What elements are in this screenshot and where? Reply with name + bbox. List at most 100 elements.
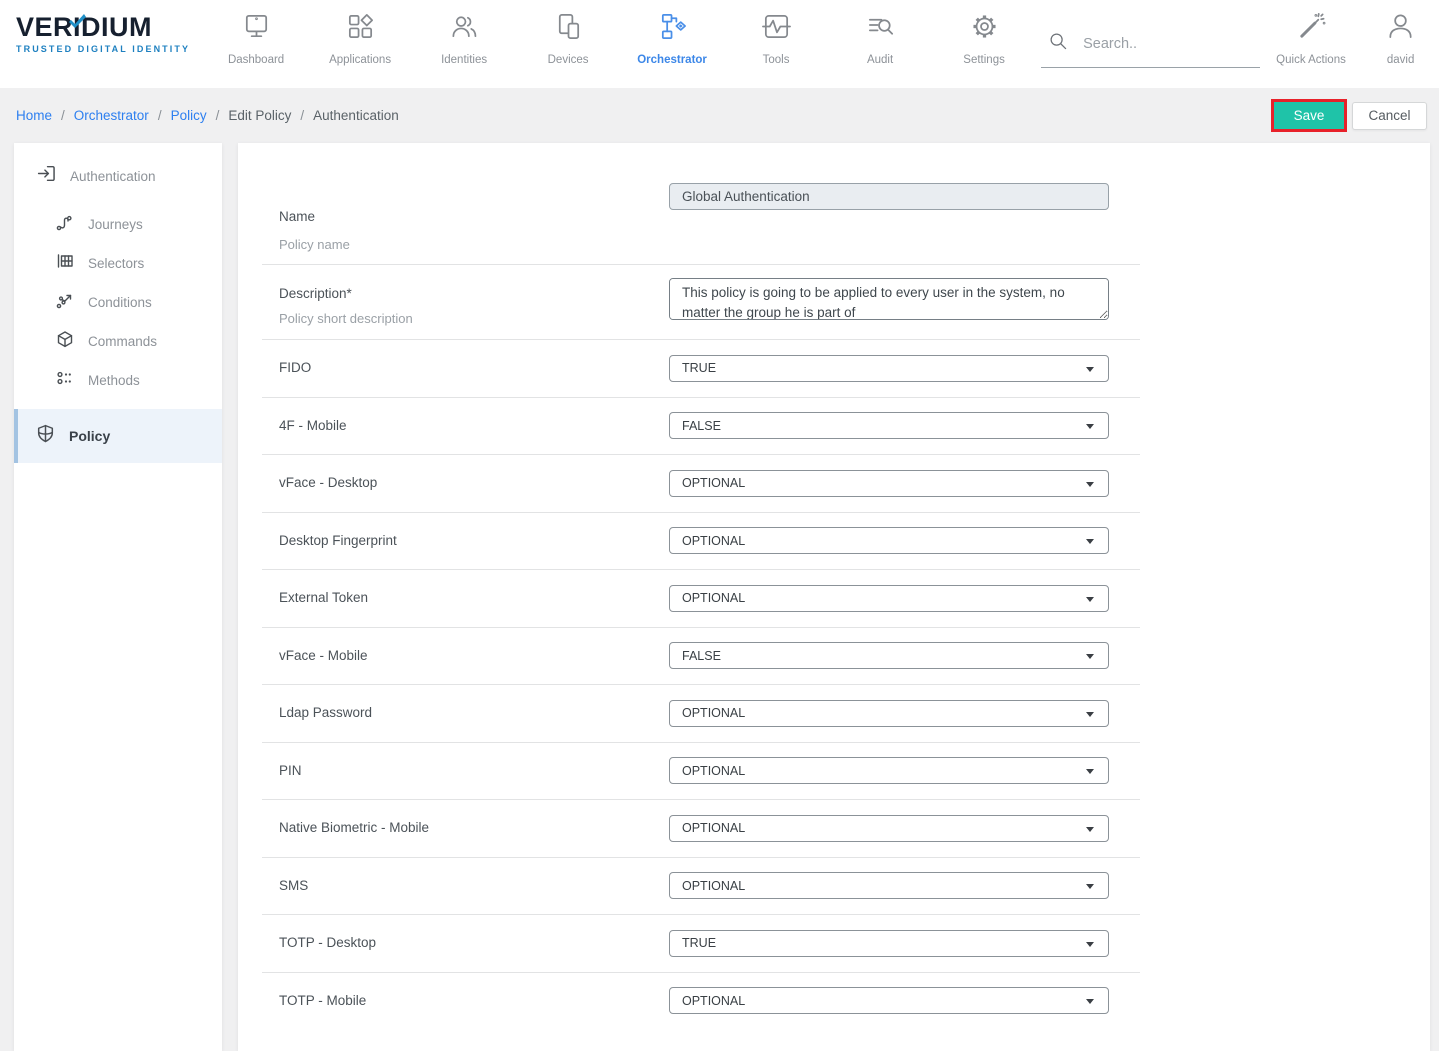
nav-item-identities[interactable]: Identities xyxy=(412,0,516,66)
breadcrumb-separator: / xyxy=(216,108,220,123)
nav-item-dashboard[interactable]: Dashboard xyxy=(204,0,308,66)
nav-item-settings[interactable]: Settings xyxy=(932,0,1036,66)
totp-mobile-label: TOTP - Mobile xyxy=(279,993,366,1008)
search-input[interactable] xyxy=(1083,36,1243,52)
nav-item-orchestrator[interactable]: Orchestrator xyxy=(620,0,724,66)
quick-actions-button[interactable]: Quick Actions xyxy=(1260,0,1362,66)
chevron-down-icon xyxy=(1086,827,1094,832)
save-highlight-annotation: Save xyxy=(1271,99,1347,132)
magic-wand-icon xyxy=(1296,11,1327,47)
cancel-button[interactable]: Cancel xyxy=(1352,102,1427,130)
sidebar-item-conditions[interactable]: Conditions xyxy=(14,283,222,322)
4f-mobile-label: 4F - Mobile xyxy=(279,418,347,433)
chevron-down-icon xyxy=(1086,712,1094,717)
applications-icon xyxy=(345,11,376,47)
form-row-native-biometric-mobile: Native Biometric - Mobile OPTIONAL xyxy=(279,800,1430,857)
chevron-down-icon xyxy=(1086,482,1094,487)
vface-desktop-select[interactable]: OPTIONAL xyxy=(669,470,1109,497)
sidebar-item-methods[interactable]: Methods xyxy=(14,361,222,400)
pin-label: PIN xyxy=(279,763,302,778)
totp-desktop-select[interactable]: TRUE xyxy=(669,930,1109,957)
search-icon[interactable] xyxy=(1047,30,1069,57)
chevron-down-icon xyxy=(1086,999,1094,1004)
chevron-down-icon xyxy=(1086,884,1094,889)
dashboard-icon xyxy=(241,11,272,47)
identities-icon xyxy=(449,11,480,47)
form-row-vface-desktop: vFace - Desktop OPTIONAL xyxy=(279,455,1430,512)
external-token-select[interactable]: OPTIONAL xyxy=(669,585,1109,612)
breadcrumb-home[interactable]: Home xyxy=(16,108,52,123)
form-row-external-token: External Token OPTIONAL xyxy=(279,570,1430,627)
sidebar-item-journeys[interactable]: Journeys xyxy=(14,205,222,244)
ldap-password-select[interactable]: OPTIONAL xyxy=(669,700,1109,727)
desktop-fingerprint-select[interactable]: OPTIONAL xyxy=(669,527,1109,554)
policy-form-panel: Name Policy name Description* This polic… xyxy=(238,143,1430,1051)
totp-desktop-label: TOTP - Desktop xyxy=(279,935,376,950)
main-nav: Dashboard Applications Identities Device… xyxy=(204,0,1036,66)
chevron-down-icon xyxy=(1086,769,1094,774)
breadcrumb-edit-policy: Edit Policy xyxy=(228,108,291,123)
main-area: Authentication Journeys Selectors Condit… xyxy=(0,143,1439,1051)
shield-icon xyxy=(35,423,56,449)
veridium-logo[interactable]: VERIDIUM TRUSTED DIGITAL IDENTITY xyxy=(16,14,190,54)
breadcrumb-separator: / xyxy=(61,108,65,123)
form-row-4f-mobile: 4F - Mobile FALSE xyxy=(279,398,1430,455)
branch-icon xyxy=(55,290,75,315)
vface-mobile-label: vFace - Mobile xyxy=(279,648,368,663)
form-row-ldap-password: Ldap Password OPTIONAL xyxy=(279,685,1430,742)
dots-grid-icon xyxy=(55,368,75,393)
breadcrumb-bar: Home / Orchestrator / Policy / Edit Poli… xyxy=(0,88,1439,143)
user-avatar-icon xyxy=(1385,11,1416,47)
name-field-group: Name Policy name xyxy=(279,163,1430,264)
settings-icon xyxy=(969,11,1000,47)
native-biometric-mobile-select[interactable]: OPTIONAL xyxy=(669,815,1109,842)
sms-label: SMS xyxy=(279,878,308,893)
nav-item-devices[interactable]: Devices xyxy=(516,0,620,66)
breadcrumb: Home / Orchestrator / Policy / Edit Poli… xyxy=(16,108,399,123)
form-row-sms: SMS OPTIONAL xyxy=(279,858,1430,915)
external-token-label: External Token xyxy=(279,590,368,605)
nav-item-tools[interactable]: Tools xyxy=(724,0,828,66)
native-biometric-mobile-label: Native Biometric - Mobile xyxy=(279,820,429,835)
description-label: Description* xyxy=(279,286,669,301)
orchestrator-icon xyxy=(657,11,688,47)
breadcrumb-separator: / xyxy=(300,108,304,123)
chevron-down-icon xyxy=(1086,654,1094,659)
form-row-vface-mobile: vFace - Mobile FALSE xyxy=(279,628,1430,685)
fido-select[interactable]: TRUE xyxy=(669,355,1109,382)
chevron-down-icon xyxy=(1086,539,1094,544)
user-menu[interactable]: david xyxy=(1362,0,1439,66)
name-sublabel: Policy name xyxy=(279,237,669,252)
sidebar-item-authentication[interactable]: Authentication xyxy=(14,143,222,205)
sidebar-item-commands[interactable]: Commands xyxy=(14,322,222,361)
breadcrumb-policy[interactable]: Policy xyxy=(171,108,207,123)
form-row-fido: FIDO TRUE xyxy=(279,340,1430,397)
breadcrumb-orchestrator[interactable]: Orchestrator xyxy=(74,108,149,123)
fido-label: FIDO xyxy=(279,360,311,375)
chevron-down-icon xyxy=(1086,367,1094,372)
save-button[interactable]: Save xyxy=(1274,102,1344,129)
sms-select[interactable]: OPTIONAL xyxy=(669,872,1109,899)
vface-mobile-select[interactable]: FALSE xyxy=(669,642,1109,669)
journey-route-icon xyxy=(55,212,75,237)
sidebar-item-selectors[interactable]: Selectors xyxy=(14,244,222,283)
4f-mobile-select[interactable]: FALSE xyxy=(669,412,1109,439)
form-row-totp-mobile: TOTP - Mobile OPTIONAL xyxy=(279,973,1430,1030)
page-actions: Save Cancel xyxy=(1271,99,1427,132)
policy-name-input[interactable] xyxy=(669,183,1109,210)
sidebar-item-policy[interactable]: Policy xyxy=(14,409,222,463)
name-label: Name xyxy=(279,209,669,224)
pin-select[interactable]: OPTIONAL xyxy=(669,757,1109,784)
breadcrumb-separator: / xyxy=(158,108,162,123)
breadcrumb-authentication: Authentication xyxy=(313,108,399,123)
totp-mobile-select[interactable]: OPTIONAL xyxy=(669,987,1109,1014)
audit-icon xyxy=(865,11,896,47)
global-search xyxy=(1041,30,1260,68)
nav-item-applications[interactable]: Applications xyxy=(308,0,412,66)
login-icon xyxy=(36,163,57,189)
devices-icon xyxy=(553,11,584,47)
sidebar: Authentication Journeys Selectors Condit… xyxy=(14,143,222,1051)
nav-item-audit[interactable]: Audit xyxy=(828,0,932,66)
policy-description-textarea[interactable]: This policy is going to be applied to ev… xyxy=(669,278,1109,320)
chevron-down-icon xyxy=(1086,597,1094,602)
